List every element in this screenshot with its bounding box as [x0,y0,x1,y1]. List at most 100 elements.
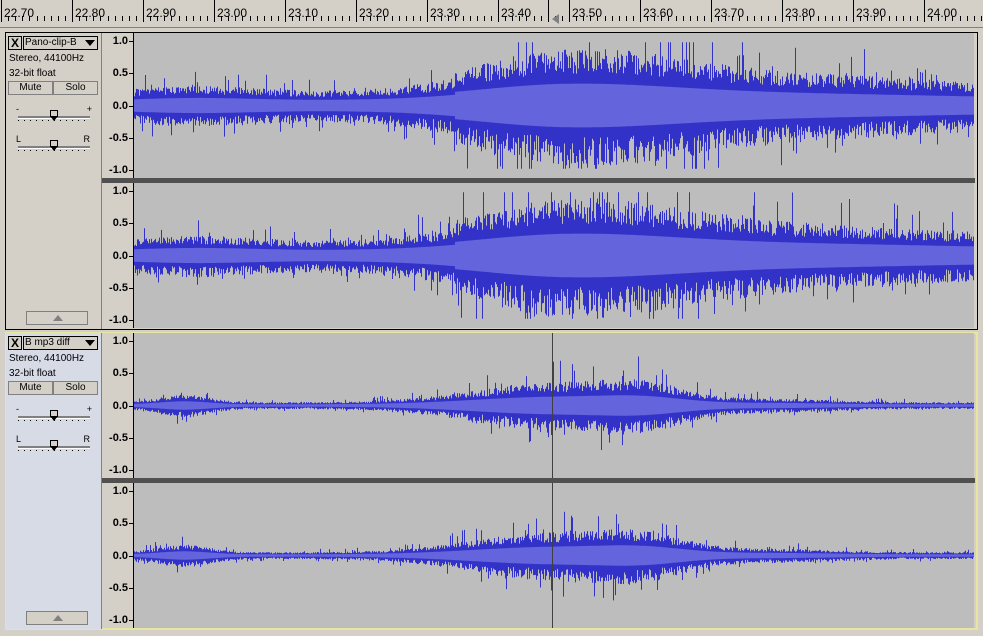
ruler-minor-tick [206,16,208,21]
ruler-major-tick [427,0,428,22]
ruler-minor-tick [327,16,329,21]
gain-slider-thumb[interactable] [50,410,58,421]
close-track-button[interactable]: X [8,36,22,50]
ruler-minor-tick [277,16,279,21]
ruler-minor-tick [817,16,819,21]
ruler-minor-tick [966,16,968,21]
pan-slider-thumb[interactable] [50,140,58,151]
waveform-channel-right[interactable] [133,483,974,628]
ruler-minor-tick [725,16,727,21]
ruler-minor-tick [313,16,315,21]
ruler-minor-tick [838,16,840,21]
ruler-minor-tick [597,16,599,21]
ruler-minor-tick [306,16,308,21]
solo-button[interactable]: Solo [53,381,98,395]
ruler-minor-tick [242,16,244,21]
waveform-channel-right[interactable] [133,183,974,328]
ruler-major-tick [72,0,73,22]
waveform-graphic [134,192,974,319]
amplitude-scale-label: 1.0 [112,485,128,497]
ruler-minor-tick [625,16,627,21]
ruler-minor-tick [753,16,755,21]
pan-slider[interactable]: L R [16,435,92,455]
dropdown-arrow-icon [85,340,95,346]
audio-track-2[interactable]: X B mp3 diff Stereo, 44100Hz 32-bit floa… [5,332,978,630]
ruler-minor-tick [192,16,194,21]
play-position-arrow-icon[interactable] [552,14,559,24]
ruler-minor-tick [398,16,400,21]
ruler-minor-tick [135,16,137,21]
ruler-minor-tick [469,16,471,21]
amplitude-scale-label: 0.5 [112,517,128,530]
ruler-minor-tick [100,16,102,21]
pan-slider[interactable]: L R [16,135,92,155]
collapse-track-button[interactable] [26,311,88,325]
audio-track-1[interactable]: X Pano-clip-B Stereo, 44100Hz 32-bit flo… [5,32,978,330]
track-name-menu[interactable]: Pano-clip-B [23,36,98,50]
ruler-minor-tick [519,16,521,21]
ruler-major-tick [214,0,215,22]
ruler-minor-tick [618,16,620,21]
gain-slider[interactable]: - + [16,405,92,425]
gain-slider[interactable]: - + [16,105,92,125]
collapse-track-button[interactable] [26,611,88,625]
ruler-minor-tick [462,16,464,21]
ruler-minor-tick [654,16,656,21]
ruler-minor-tick [263,16,265,21]
amplitude-scale-label: -1.0 [109,464,128,476]
ruler-minor-tick [661,16,663,21]
ruler-minor-tick [874,16,876,21]
ruler-minor-tick [405,16,407,21]
timeline-ruler[interactable]: 22.70 22.80 22.90 23.00 23.10 23.20 23.30 23.40… [0,0,983,28]
track-sample-format: 32-bit float [9,68,56,79]
ruler-minor-tick [43,16,45,21]
ruler-minor-tick [412,16,414,21]
ruler-minor-tick [561,16,563,21]
amplitude-scale-label: 1.0 [112,185,128,197]
ruler-minor-tick [299,16,301,21]
ruler-minor-tick [15,16,17,21]
close-track-button[interactable]: X [8,336,22,350]
collapse-arrow-icon [53,315,63,321]
ruler-minor-tick [64,16,66,21]
waveform-graphic [134,511,974,601]
ruler-major-tick [498,0,499,22]
ruler-major-tick [285,0,286,22]
ruler-minor-tick [483,16,485,21]
ruler-major-tick [143,0,144,22]
ruler-minor-tick [916,16,918,21]
ruler-major-tick [640,0,641,22]
pan-slider-thumb[interactable] [50,440,58,451]
gain-slider-thumb[interactable] [50,110,58,121]
ruler-minor-tick [760,16,762,21]
mute-button[interactable]: Mute [8,81,53,95]
waveform-channel-left[interactable] [133,33,974,178]
ruler-minor-tick [973,16,975,21]
pan-right-label: R [83,434,91,444]
amplitude-scale-label: 0.0 [112,549,128,562]
ruler-minor-tick [668,16,670,21]
ruler-minor-tick [590,16,592,21]
solo-button[interactable]: Solo [53,81,98,95]
amplitude-scale-bottom: 1.0 0.5 0.0 -0.5 -1.0 [102,483,133,628]
mute-button[interactable]: Mute [8,381,53,395]
ruler-minor-tick [185,16,187,21]
pan-left-label: L [16,434,22,444]
ruler-minor-tick [178,16,180,21]
track-name-label: B mp3 diff [25,337,70,348]
track-name-menu[interactable]: B mp3 diff [23,336,98,350]
ruler-minor-tick [434,16,436,21]
ruler-minor-tick [79,16,81,21]
track-title-bar: X B mp3 diff [8,336,98,350]
ruler-major-tick [569,0,570,22]
ruler-minor-tick [341,16,343,21]
ruler-minor-tick [157,16,159,21]
ruler-minor-tick [895,16,897,21]
ruler-minor-tick [128,16,130,21]
ruler-minor-tick [391,16,393,21]
ruler-minor-tick [533,16,535,21]
gain-minus-label: - [16,104,19,114]
waveform-channel-left[interactable] [133,333,974,478]
amplitude-scale-label: -1.0 [109,164,128,176]
ruler-minor-tick [107,16,109,21]
